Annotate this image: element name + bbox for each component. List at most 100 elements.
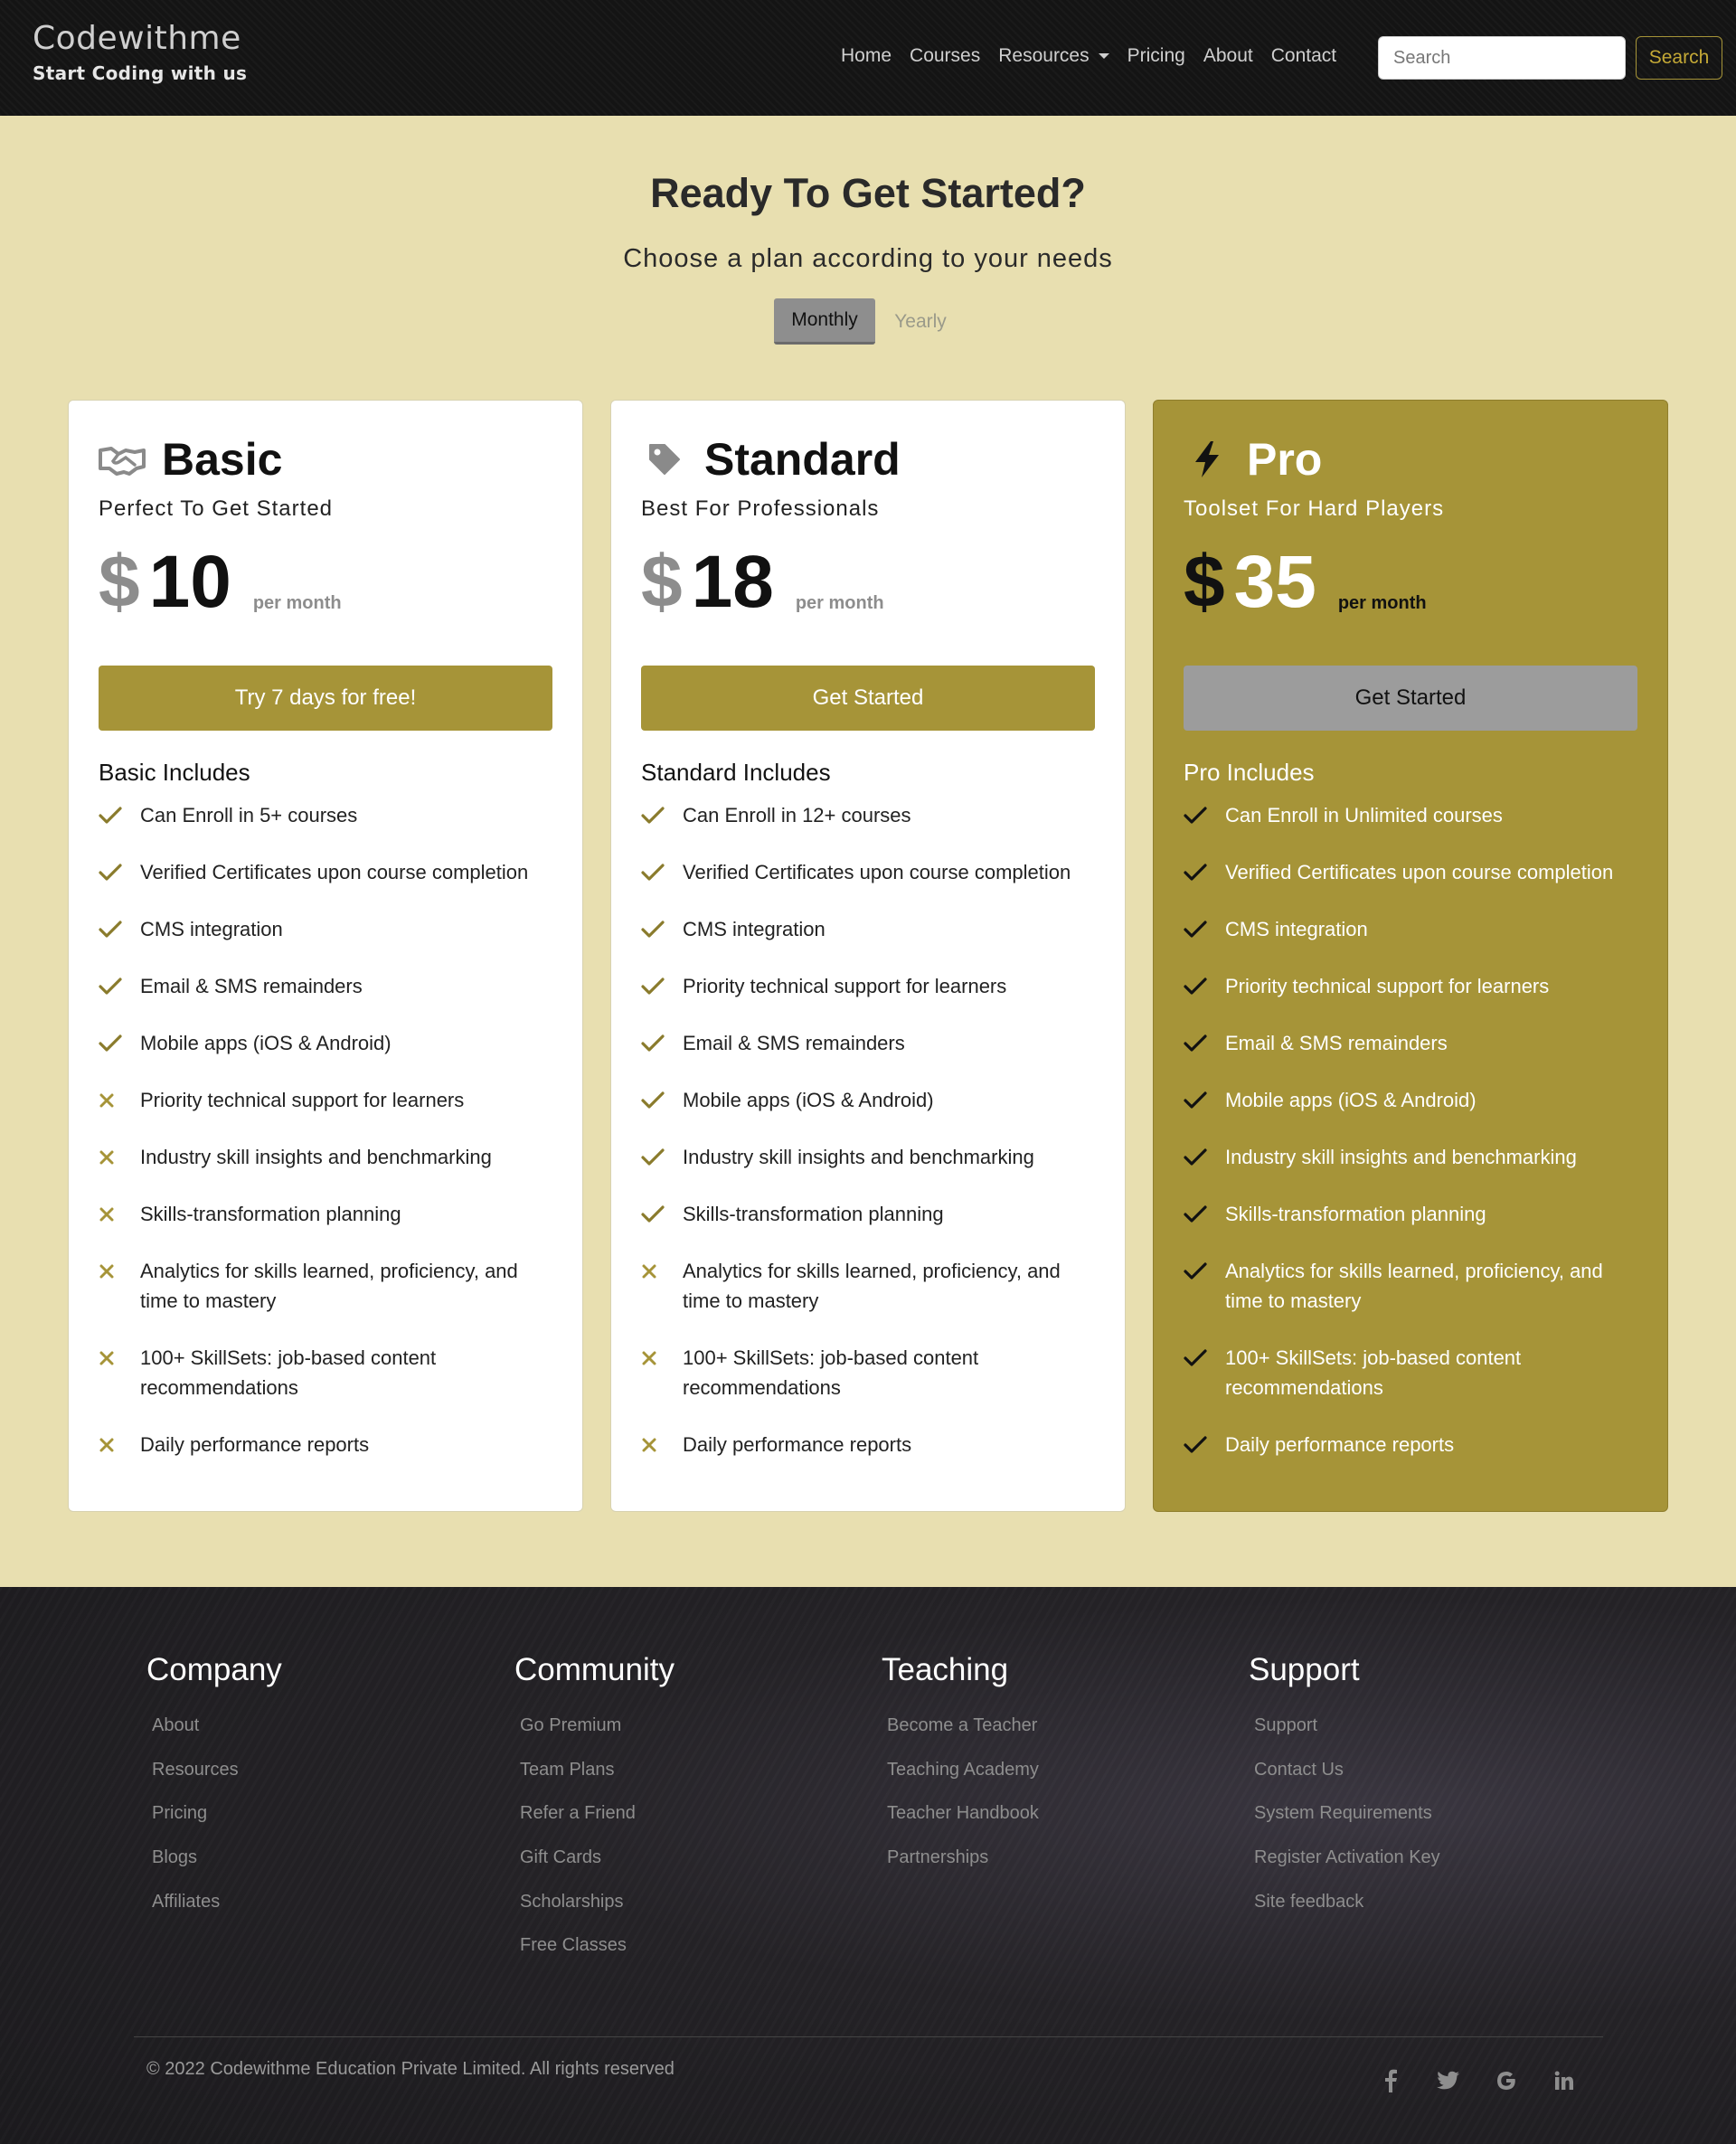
twitter-icon[interactable] — [1432, 2064, 1465, 2097]
feature-text: CMS integration — [1225, 918, 1368, 940]
feature-item: 100+ SkillSets: job-based content recomm… — [641, 1343, 1102, 1403]
footer-link[interactable]: Free Classes — [520, 1935, 675, 1979]
price-amount: 18 — [691, 541, 774, 623]
footer-link[interactable]: Affiliates — [152, 1892, 282, 1936]
page-title: Ready To Get Started? — [650, 170, 1086, 216]
social-links — [1374, 2064, 1580, 2097]
feature-item: Priority technical support for learners — [99, 1085, 560, 1115]
nav-home[interactable]: Home — [832, 45, 901, 67]
feature-item: Industry skill insights and benchmarking — [1184, 1142, 1645, 1172]
footer-links: About Resources Pricing Blogs Affiliates — [146, 1715, 282, 1935]
linkedin-icon[interactable] — [1548, 2064, 1580, 2097]
feature-item: Verified Certificates upon course comple… — [99, 857, 560, 887]
footer-link[interactable]: Team Plans — [520, 1760, 675, 1804]
feature-text: Skills-transformation planning — [140, 1203, 401, 1225]
toggle-monthly[interactable]: Monthly — [774, 298, 875, 345]
footer-link[interactable]: Gift Cards — [520, 1847, 675, 1892]
feature-list: Can Enroll in 5+ courses Verified Certifi… — [99, 800, 560, 1487]
feature-text: Can Enroll in Unlimited courses — [1225, 804, 1503, 826]
nav-about[interactable]: About — [1194, 45, 1262, 67]
plan-card-basic: Basic Perfect To Get Started $ 10 per mo… — [68, 400, 583, 1512]
price-period: per month — [252, 593, 342, 613]
footer-link[interactable]: System Requirements — [1254, 1803, 1440, 1847]
feature-text: Verified Certificates upon course comple… — [140, 861, 529, 883]
price-amount: 10 — [148, 541, 231, 623]
footer-link[interactable]: Scholarships — [520, 1892, 675, 1936]
feature-item: Mobile apps (iOS & Android) — [99, 1028, 560, 1058]
x-icon — [641, 1430, 666, 1459]
footer-link[interactable]: Teaching Academy — [887, 1760, 1039, 1804]
footer-col-title: Support — [1249, 1652, 1360, 1687]
caret-down-icon — [1098, 53, 1109, 59]
footer-link[interactable]: Support — [1254, 1715, 1440, 1760]
feature-item: Email & SMS remainders — [99, 971, 560, 1001]
footer-link[interactable]: Teacher Handbook — [887, 1803, 1039, 1847]
google-icon[interactable] — [1490, 2064, 1523, 2097]
feature-text: Email & SMS remainders — [140, 975, 363, 997]
nav-contact[interactable]: Contact — [1262, 45, 1345, 67]
nav-resources-dropdown[interactable]: Resources — [989, 45, 1118, 67]
feature-list: Can Enroll in 12+ courses Verified Certif… — [641, 800, 1102, 1487]
check-icon — [641, 1142, 666, 1172]
brand-name[interactable]: Codewithme — [33, 20, 247, 57]
feature-text: Skills-transformation planning — [683, 1203, 944, 1225]
feature-text: 100+ SkillSets: job-based content recomm… — [683, 1346, 979, 1399]
footer-col-teaching: Teaching Become a Teacher Teaching Academ… — [882, 1652, 1039, 1892]
footer-link[interactable]: Site feedback — [1254, 1892, 1440, 1936]
feature-item: Analytics for skills learned, proficienc… — [641, 1256, 1102, 1316]
check-icon — [1184, 914, 1209, 944]
feature-item: Industry skill insights and benchmarking — [99, 1142, 560, 1172]
price-amount: 35 — [1233, 541, 1316, 623]
footer-link[interactable]: Become a Teacher — [887, 1715, 1039, 1760]
feature-text: CMS integration — [683, 918, 826, 940]
feature-item: 100+ SkillSets: job-based content recomm… — [99, 1343, 560, 1403]
feature-item: Email & SMS remainders — [1184, 1028, 1645, 1058]
get-started-button[interactable]: Get Started — [641, 666, 1095, 731]
tag-icon — [641, 436, 688, 483]
x-icon — [641, 1343, 666, 1373]
feature-text: Analytics for skills learned, proficienc… — [140, 1260, 518, 1312]
feature-item: Daily performance reports — [99, 1430, 560, 1459]
check-icon — [99, 857, 124, 887]
footer-link[interactable]: Blogs — [152, 1847, 282, 1892]
footer-link[interactable]: Refer a Friend — [520, 1803, 675, 1847]
check-icon — [1184, 1343, 1209, 1373]
handshake-icon — [99, 436, 146, 483]
footer-link[interactable]: Register Activation Key — [1254, 1847, 1440, 1892]
feature-item: CMS integration — [641, 914, 1102, 944]
feature-item: Email & SMS remainders — [641, 1028, 1102, 1058]
feature-item: 100+ SkillSets: job-based content recomm… — [1184, 1343, 1645, 1403]
facebook-icon[interactable] — [1374, 2064, 1407, 2097]
check-icon — [99, 914, 124, 944]
search-input[interactable] — [1378, 36, 1626, 80]
price-period: per month — [1337, 593, 1427, 613]
copyright: © 2022 Codewithme Education Private Limi… — [146, 2059, 675, 2079]
search-button[interactable]: Search — [1636, 36, 1722, 80]
includes-title: Standard Includes — [641, 759, 831, 786]
feature-text: Email & SMS remainders — [683, 1032, 905, 1054]
brand[interactable]: Codewithme Start Coding with us — [33, 20, 247, 84]
plan-card-standard: Standard Best For Professionals $ 18 per… — [610, 400, 1126, 1512]
footer-link[interactable]: Contact Us — [1254, 1760, 1440, 1804]
billing-toggle: Monthly Yearly — [774, 298, 966, 345]
get-started-button[interactable]: Get Started — [1184, 666, 1637, 731]
feature-item: Skills-transformation planning — [1184, 1199, 1645, 1229]
price: $ 18 per month — [641, 545, 884, 619]
footer-link[interactable]: About — [152, 1715, 282, 1760]
free-trial-button[interactable]: Try 7 days for free! — [99, 666, 552, 731]
plan-card-pro: Pro Toolset For Hard Players $ 35 per mo… — [1153, 400, 1668, 1512]
footer-link[interactable]: Partnerships — [887, 1847, 1039, 1892]
footer-col-company: Company About Resources Pricing Blogs Affili… — [146, 1652, 282, 1935]
footer-link[interactable]: Resources — [152, 1760, 282, 1804]
plan-tagline: Perfect To Get Started — [99, 496, 334, 521]
feature-item: Industry skill insights and benchmarking — [641, 1142, 1102, 1172]
nav-courses[interactable]: Courses — [901, 45, 989, 67]
footer-link[interactable]: Pricing — [152, 1803, 282, 1847]
footer-link[interactable]: Go Premium — [520, 1715, 675, 1760]
currency-symbol: $ — [641, 541, 683, 623]
check-icon — [1184, 1199, 1209, 1229]
x-icon — [99, 1085, 124, 1115]
feature-text: Skills-transformation planning — [1225, 1203, 1486, 1225]
nav-pricing[interactable]: Pricing — [1118, 45, 1194, 67]
toggle-yearly[interactable]: Yearly — [875, 298, 966, 345]
